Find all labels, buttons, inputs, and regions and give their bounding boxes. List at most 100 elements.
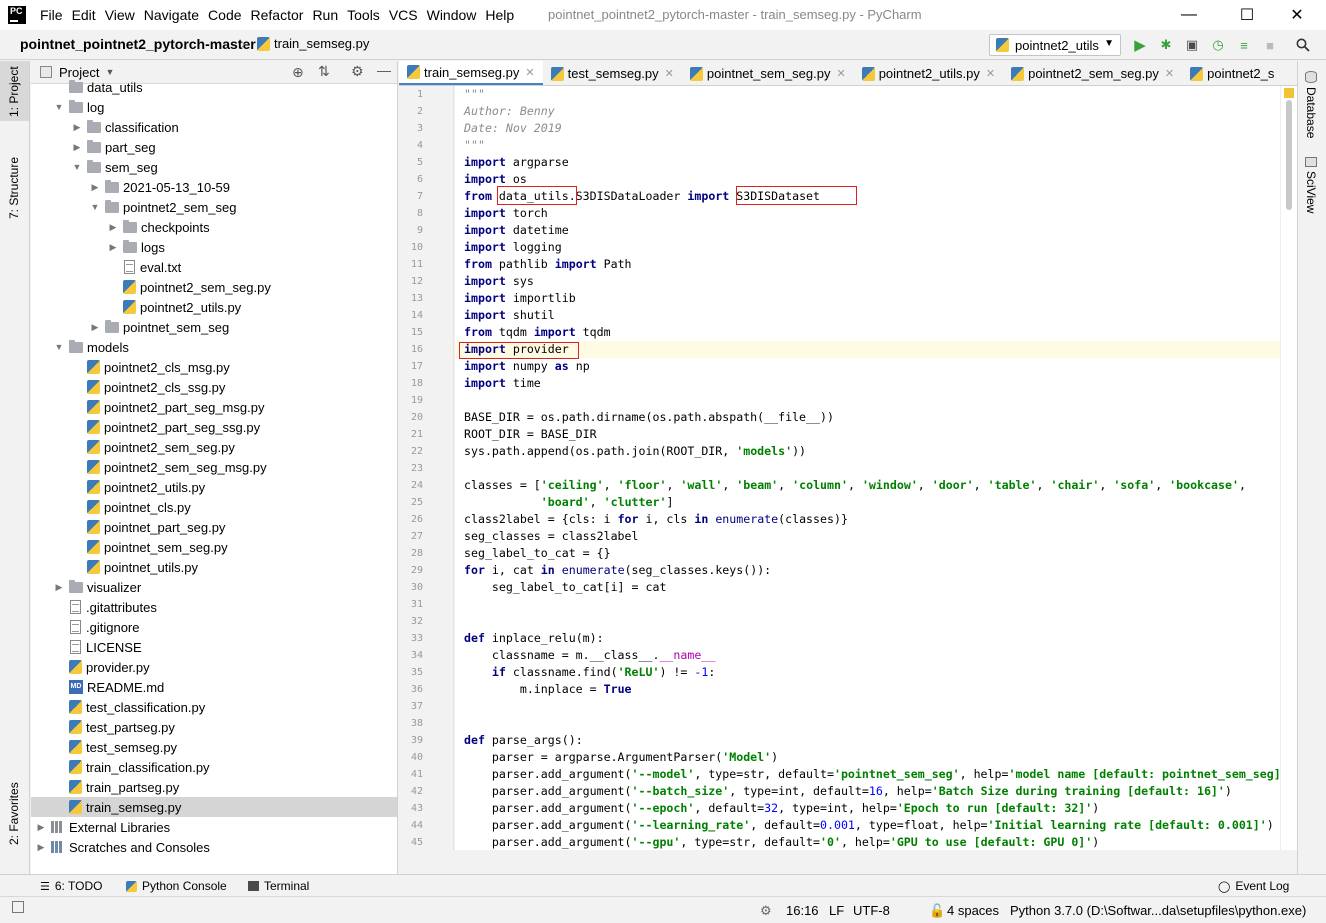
breadcrumb-project[interactable]: pointnet_pointnet2_pytorch-master: [20, 36, 256, 52]
code-line[interactable]: import sys: [464, 273, 534, 290]
chevron-right-icon[interactable]: ▶: [89, 182, 101, 193]
chevron-right-icon[interactable]: ▶: [71, 122, 83, 133]
code-line[interactable]: import datetime: [464, 222, 569, 239]
editor-tab[interactable]: train_semseg.py ✕: [399, 61, 543, 85]
hide-panel-icon[interactable]: —: [377, 62, 391, 78]
terminal-button[interactable]: Terminal: [248, 879, 309, 893]
editor-tab[interactable]: pointnet2_sem_seg.py ✕: [1003, 61, 1182, 85]
tree-file[interactable]: pointnet2_utils.py: [31, 477, 397, 497]
menu-refactor[interactable]: Refactor: [251, 7, 304, 23]
concurrency-icon[interactable]: ≡: [1235, 36, 1253, 54]
tree-file[interactable]: ▶ External Libraries: [31, 817, 397, 837]
tree-file[interactable]: test_semseg.py: [31, 737, 397, 757]
tree-file[interactable]: pointnet_sem_seg.py: [31, 537, 397, 557]
event-log-button[interactable]: ◯ Event Log: [1218, 879, 1289, 893]
code-line[interactable]: """: [464, 137, 485, 154]
toggle-tool-windows-icon[interactable]: [12, 901, 24, 913]
tree-file[interactable]: ▶ Scratches and Consoles: [31, 837, 397, 857]
tab-favorites[interactable]: 2: Favorites: [7, 782, 21, 845]
coverage-icon[interactable]: ▣: [1183, 36, 1201, 54]
tree-file[interactable]: eval.txt: [31, 257, 397, 277]
tree-file[interactable]: train_classification.py: [31, 757, 397, 777]
close-tab-icon[interactable]: ✕: [525, 66, 534, 79]
tree-folder[interactable]: ▶ logs: [31, 237, 397, 257]
tree-file[interactable]: pointnet2_utils.py: [31, 297, 397, 317]
tree-file[interactable]: train_partseg.py: [31, 777, 397, 797]
code-line[interactable]: from tqdm import tqdm: [464, 324, 611, 341]
code-line[interactable]: classes = ['ceiling', 'floor', 'wall', '…: [464, 477, 1246, 494]
code-line[interactable]: """: [464, 86, 485, 103]
code-line[interactable]: Date: Nov 2019: [464, 120, 562, 137]
menu-edit[interactable]: Edit: [72, 7, 96, 23]
chevron-down-icon[interactable]: ▼: [53, 342, 65, 352]
scrollbar-thumb[interactable]: [1286, 100, 1292, 210]
code-line[interactable]: import numpy as np: [464, 358, 590, 375]
menu-file[interactable]: File: [40, 7, 63, 23]
menu-help[interactable]: Help: [485, 7, 514, 23]
code-line[interactable]: if classname.find('ReLU') != -1:: [464, 664, 715, 681]
code-line[interactable]: sys.path.append(os.path.join(ROOT_DIR, '…: [464, 443, 806, 460]
tree-file[interactable]: pointnet2_sem_seg.py: [31, 437, 397, 457]
editor-tab[interactable]: pointnet_sem_seg.py ✕: [682, 61, 854, 85]
tab-project[interactable]: 1: Project: [7, 66, 21, 117]
code-line[interactable]: BASE_DIR = os.path.dirname(os.path.abspa…: [464, 409, 834, 426]
code-line[interactable]: import time: [464, 375, 541, 392]
tree-folder[interactable]: ▶ visualizer: [31, 577, 397, 597]
tab-structure[interactable]: 7: Structure: [7, 157, 21, 219]
close-tab-icon[interactable]: ✕: [1165, 67, 1174, 80]
code-line[interactable]: from pathlib import Path: [464, 256, 632, 273]
chevron-down-icon[interactable]: ▼: [53, 102, 65, 112]
code-line[interactable]: class2label = {cls: i for i, cls in enum…: [464, 511, 848, 528]
chevron-down-icon[interactable]: ▼: [71, 162, 83, 172]
tree-file[interactable]: pointnet2_part_seg_ssg.py: [31, 417, 397, 437]
chevron-right-icon[interactable]: ▶: [35, 822, 47, 833]
tree-folder[interactable]: ▶ pointnet_sem_seg: [31, 317, 397, 337]
close-window-icon[interactable]: ✕: [1274, 0, 1320, 30]
code-line[interactable]: def inplace_relu(m):: [464, 630, 604, 647]
chevron-right-icon[interactable]: ▶: [107, 242, 119, 253]
menu-code[interactable]: Code: [208, 7, 241, 23]
tree-folder[interactable]: data_utils: [31, 77, 397, 97]
tree-file[interactable]: pointnet2_cls_ssg.py: [31, 377, 397, 397]
todo-button[interactable]: ☰ 6: TODO: [40, 879, 102, 893]
close-tab-icon[interactable]: ✕: [665, 67, 674, 80]
code-line[interactable]: for i, cat in enumerate(seg_classes.keys…: [464, 562, 771, 579]
menu-window[interactable]: Window: [427, 7, 477, 23]
inspection-icon[interactable]: ⚙: [760, 903, 772, 919]
tree-file[interactable]: pointnet2_sem_seg.py: [31, 277, 397, 297]
tree-file[interactable]: test_classification.py: [31, 697, 397, 717]
code-line[interactable]: seg_label_to_cat = {}: [464, 545, 611, 562]
maximize-icon[interactable]: ☐: [1224, 0, 1270, 30]
tree-folder[interactable]: ▶ classification: [31, 117, 397, 137]
menu-vcs[interactable]: VCS: [389, 7, 418, 23]
code-line[interactable]: import argparse: [464, 154, 569, 171]
close-tab-icon[interactable]: ✕: [986, 67, 995, 80]
indent-setting[interactable]: 4 spaces: [947, 903, 999, 918]
chevron-right-icon[interactable]: ▶: [71, 142, 83, 153]
minimize-icon[interactable]: —: [1166, 0, 1212, 30]
code-line[interactable]: import logging: [464, 239, 562, 256]
code-line[interactable]: parser.add_argument('--epoch', default=3…: [464, 800, 1099, 817]
lock-icon[interactable]: 🔓: [929, 903, 945, 919]
code-line[interactable]: parser.add_argument('--batch_size', type…: [464, 783, 1232, 800]
tree-file[interactable]: .gitignore: [31, 617, 397, 637]
code-line[interactable]: parser.add_argument('--gpu', type=str, d…: [464, 834, 1099, 850]
editor-tab[interactable]: pointnet2_utils.py ✕: [854, 61, 1003, 85]
file-encoding[interactable]: UTF-8: [853, 903, 890, 918]
chevron-right-icon[interactable]: ▶: [107, 222, 119, 233]
tree-file[interactable]: train_semseg.py: [31, 797, 397, 817]
profile-icon[interactable]: ◷: [1209, 36, 1227, 54]
tree-file[interactable]: .gitattributes: [31, 597, 397, 617]
code-line[interactable]: parser.add_argument('--model', type=str,…: [464, 766, 1280, 783]
python-console-button[interactable]: Python Console: [126, 879, 227, 893]
code-line[interactable]: 'board', 'clutter']: [464, 494, 674, 511]
code-line[interactable]: classname = m.__class__.__name__: [464, 647, 715, 664]
menu-view[interactable]: View: [105, 7, 135, 23]
caret-position[interactable]: 16:16: [786, 903, 819, 918]
tree-folder[interactable]: ▶ checkpoints: [31, 217, 397, 237]
tree-folder[interactable]: ▼ pointnet2_sem_seg: [31, 197, 397, 217]
editor-tab[interactable]: test_semseg.py ✕: [543, 61, 682, 85]
tree-folder[interactable]: ▼ sem_seg: [31, 157, 397, 177]
code-line[interactable]: def parse_args():: [464, 732, 583, 749]
tree-folder[interactable]: ▼ log: [31, 97, 397, 117]
